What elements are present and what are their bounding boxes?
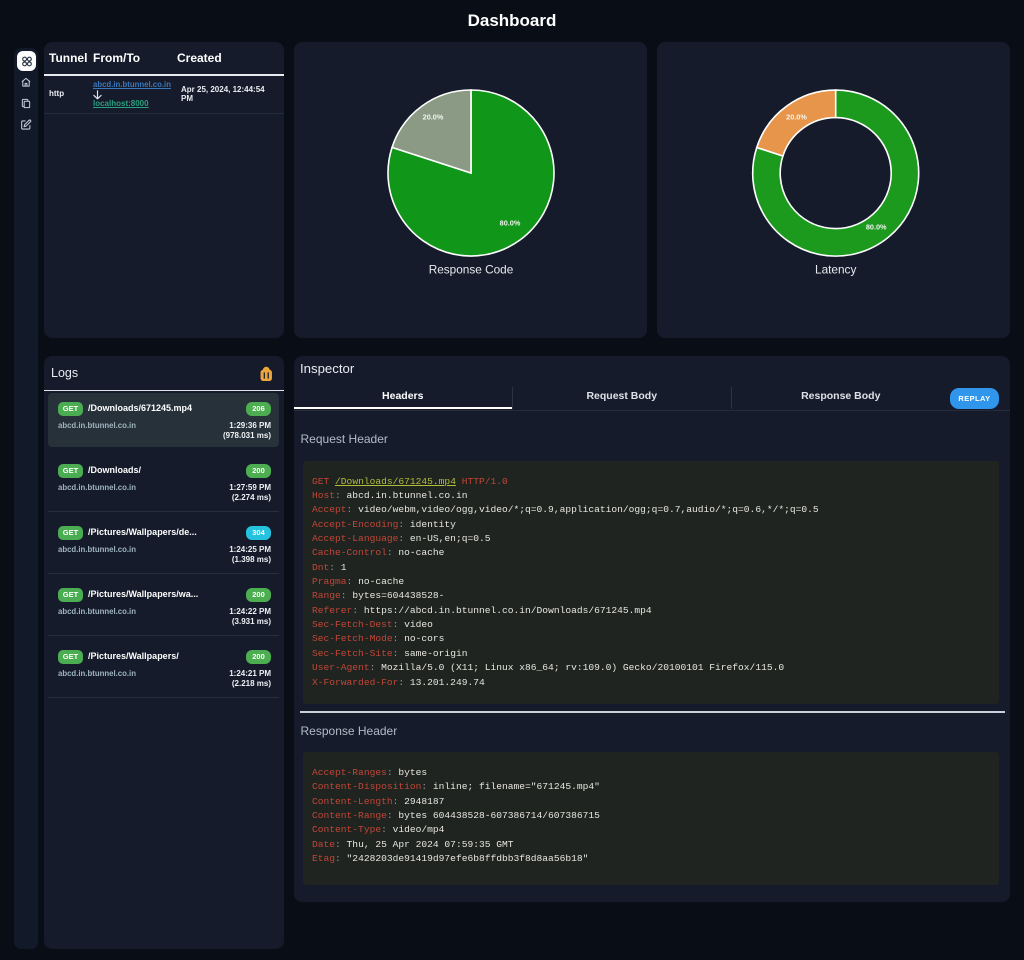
svg-text:20.0%: 20.0% — [422, 112, 443, 121]
svg-text:Latency: Latency — [815, 262, 856, 276]
svg-text:20.0%: 20.0% — [786, 112, 807, 121]
svg-text:80.0%: 80.0% — [865, 222, 886, 231]
svg-text:Response Code: Response Code — [428, 262, 513, 276]
svg-text:80.0%: 80.0% — [499, 218, 520, 227]
